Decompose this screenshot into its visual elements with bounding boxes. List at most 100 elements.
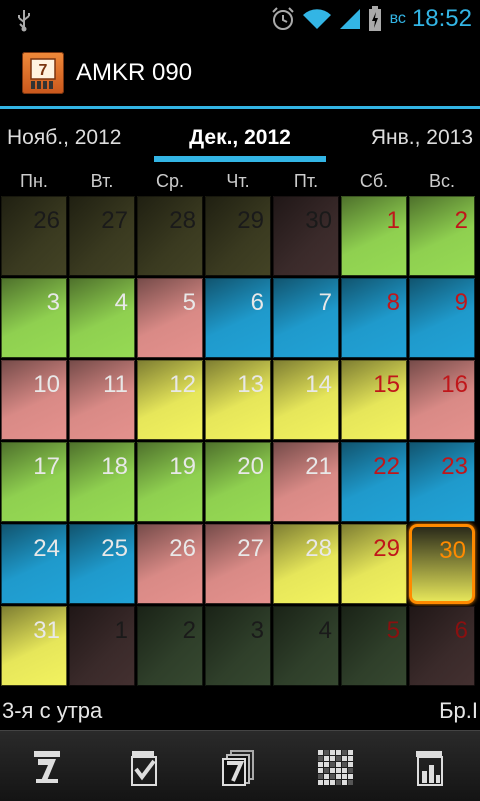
calendar-day[interactable]: 2 [137,606,203,686]
day-number: 28 [169,207,196,234]
calendar-day-today[interactable]: 30 [409,524,475,604]
calendar-day[interactable]: 20 [205,442,271,522]
day-number: 27 [237,535,264,562]
brigade-info: Бр.I [439,698,478,723]
calendar-day[interactable]: 23 [409,442,475,522]
day-number: 2 [182,617,196,644]
day-number: 22 [373,453,400,480]
day-number: 23 [441,453,468,480]
day-number: 1 [386,207,400,234]
calendar-day[interactable]: 24 [1,524,67,604]
calendar-day[interactable]: 28 [273,524,339,604]
shift-info: 3-я с утра [2,698,103,723]
day-number: 4 [114,289,128,316]
battery-icon [368,6,381,31]
calendar-day[interactable]: 10 [1,360,67,440]
day-number: 5 [182,289,196,316]
day-number: 26 [33,207,60,234]
app-title: AMKR 090 [76,59,193,86]
tab-next-month[interactable]: Янв., 2013 [371,126,473,150]
calendar-day[interactable]: 9 [409,278,475,358]
weekday-header: Пн. Вт. Ср. Чт. Пт. Сб. Вс. [0,168,480,196]
current-month-indicator [154,156,326,162]
calendar-day[interactable]: 26 [1,196,67,276]
month-tabs: Нояб., 2012 Дек., 2012 Янв., 2013 [0,112,480,164]
calendar-7-icon[interactable] [28,748,68,788]
calendar-day[interactable]: 1 [69,606,135,686]
pattern-grid-icon[interactable] [316,748,356,788]
calendar-day[interactable]: 8 [341,278,407,358]
calendar-day[interactable]: 25 [69,524,135,604]
tab-current-month[interactable]: Дек., 2012 [154,126,326,150]
calendar-day[interactable]: 13 [205,360,271,440]
day-number: 8 [386,289,400,316]
calendar-day[interactable]: 19 [137,442,203,522]
day-number: 14 [305,371,332,398]
calendar-day[interactable]: 17 [1,442,67,522]
day-number: 2 [454,207,468,234]
day-number: 3 [250,617,264,644]
calendar-day[interactable]: 5 [341,606,407,686]
weekday-label: Пт. [293,171,319,191]
calendar-day[interactable]: 30 [273,196,339,276]
weekday-label: Сб. [359,171,389,191]
calendar-day[interactable]: 14 [273,360,339,440]
calendar-day[interactable]: 16 [409,360,475,440]
day-number: 3 [46,289,60,316]
day-number: 29 [237,207,264,234]
calendar-day[interactable]: 27 [205,524,271,604]
bar-chart-icon[interactable] [410,748,450,788]
checkmark-icon[interactable] [124,748,164,788]
calendar-day[interactable]: 27 [69,196,135,276]
app-calendar-icon[interactable]: 7 [22,52,64,94]
weekday-label: Вт. [90,171,114,191]
calendar-day[interactable]: 1 [341,196,407,276]
calendar-day[interactable]: 6 [409,606,475,686]
calendar-day[interactable]: 7 [273,278,339,358]
calendar-day[interactable]: 31 [1,606,67,686]
day-number: 9 [454,289,468,316]
status-bar: вс 18:52 [0,0,480,38]
day-number: 30 [439,537,466,564]
bottom-toolbar [0,730,480,801]
calendar-day[interactable]: 15 [341,360,407,440]
calendar-day[interactable]: 29 [205,196,271,276]
tab-prev-month[interactable]: Нояб., 2012 [7,126,121,150]
calendar-stack-icon[interactable] [218,748,258,788]
calendar-day[interactable]: 2 [409,196,475,276]
calendar-grid: 26 27 28 29 30 1 2 3 4 5 6 7 8 9 10 11 12 13 14 15 16 17 18 19 2… [0,195,480,687]
calendar-day[interactable]: 18 [69,442,135,522]
day-number: 29 [373,535,400,562]
calendar-day[interactable]: 3 [1,278,67,358]
day-number: 4 [318,617,332,644]
weekday-label: Пн. [20,171,48,191]
day-number: 18 [101,453,128,480]
calendar-day[interactable]: 4 [69,278,135,358]
day-number: 13 [237,371,264,398]
day-number: 24 [33,535,60,562]
calendar-day[interactable]: 22 [341,442,407,522]
usb-icon [18,10,30,32]
day-number: 11 [103,371,128,398]
calendar-day[interactable]: 4 [273,606,339,686]
calendar-day[interactable]: 28 [137,196,203,276]
calendar-day[interactable]: 5 [137,278,203,358]
weekday-label: Ср. [155,171,184,191]
calendar-day[interactable]: 21 [273,442,339,522]
day-number: 31 [33,617,60,644]
day-number: 30 [305,207,332,234]
calendar-day[interactable]: 29 [341,524,407,604]
calendar-day[interactable]: 3 [205,606,271,686]
calendar-day[interactable]: 26 [137,524,203,604]
day-number: 16 [441,371,468,398]
calendar-day[interactable]: 6 [205,278,271,358]
wifi-icon [302,9,331,29]
day-number: 27 [101,207,128,234]
calendar-day[interactable]: 11 [69,360,135,440]
day-number: 21 [305,453,332,480]
status-clock: 18:52 [411,5,472,32]
action-bar: 7 AMKR 090 [0,38,480,108]
weekday-label: Вс. [428,171,455,191]
calendar-day[interactable]: 12 [137,360,203,440]
day-number: 6 [250,289,264,316]
